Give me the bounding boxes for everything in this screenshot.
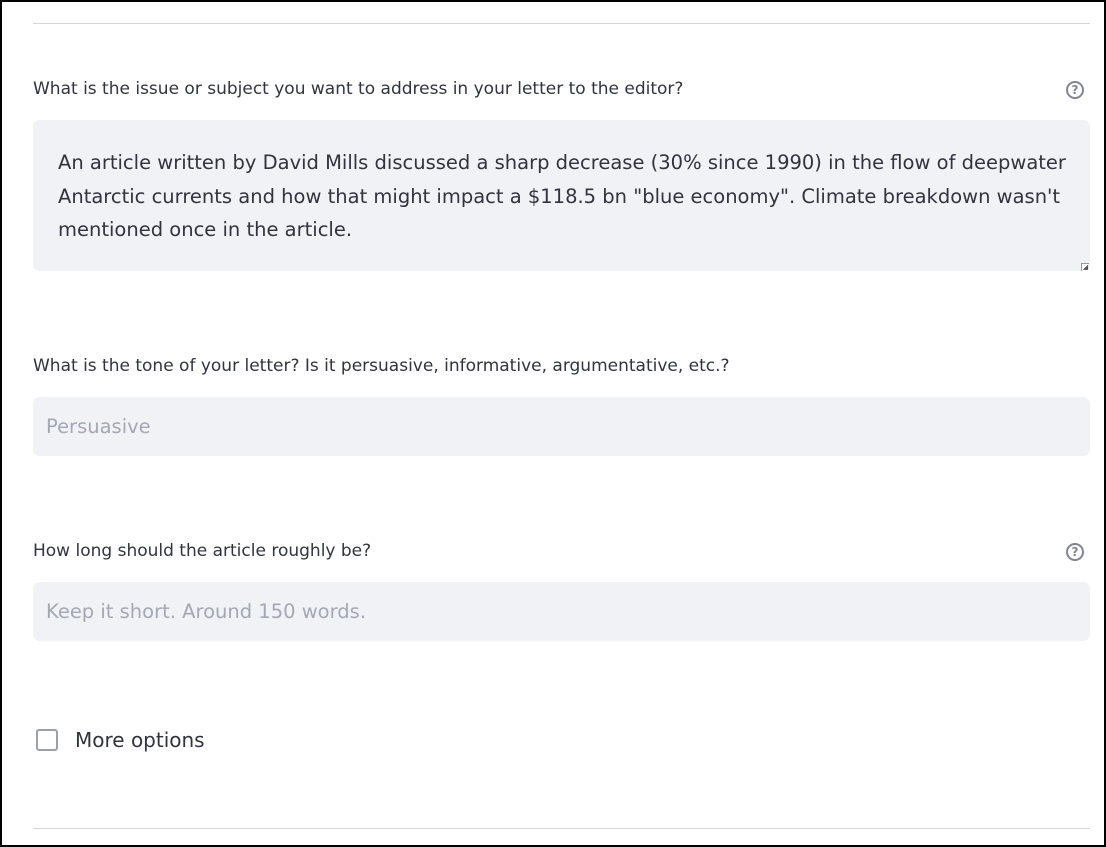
form-container: What is the issue or subject you want to… bbox=[0, 0, 1106, 847]
question-circle-icon[interactable]: ? bbox=[1066, 81, 1084, 99]
bottom-divider bbox=[33, 828, 1090, 829]
issue-textarea[interactable]: An article written by David Mills discus… bbox=[33, 120, 1090, 271]
more-options-checkbox-row[interactable]: More options bbox=[36, 725, 205, 755]
more-options-label[interactable]: More options bbox=[75, 728, 205, 752]
issue-label: What is the issue or subject you want to… bbox=[33, 79, 684, 99]
more-options-checkbox[interactable] bbox=[36, 729, 58, 751]
tone-input[interactable] bbox=[33, 397, 1090, 456]
length-label: How long should the article roughly be? bbox=[33, 541, 372, 561]
length-input[interactable] bbox=[33, 582, 1090, 641]
top-divider bbox=[33, 23, 1090, 24]
issue-textarea-value: An article written by David Mills discus… bbox=[58, 151, 1066, 241]
tone-label: What is the tone of your letter? Is it p… bbox=[33, 356, 730, 376]
resize-handle-icon[interactable]: ◢ bbox=[1081, 263, 1089, 271]
question-circle-icon[interactable]: ? bbox=[1066, 543, 1084, 561]
